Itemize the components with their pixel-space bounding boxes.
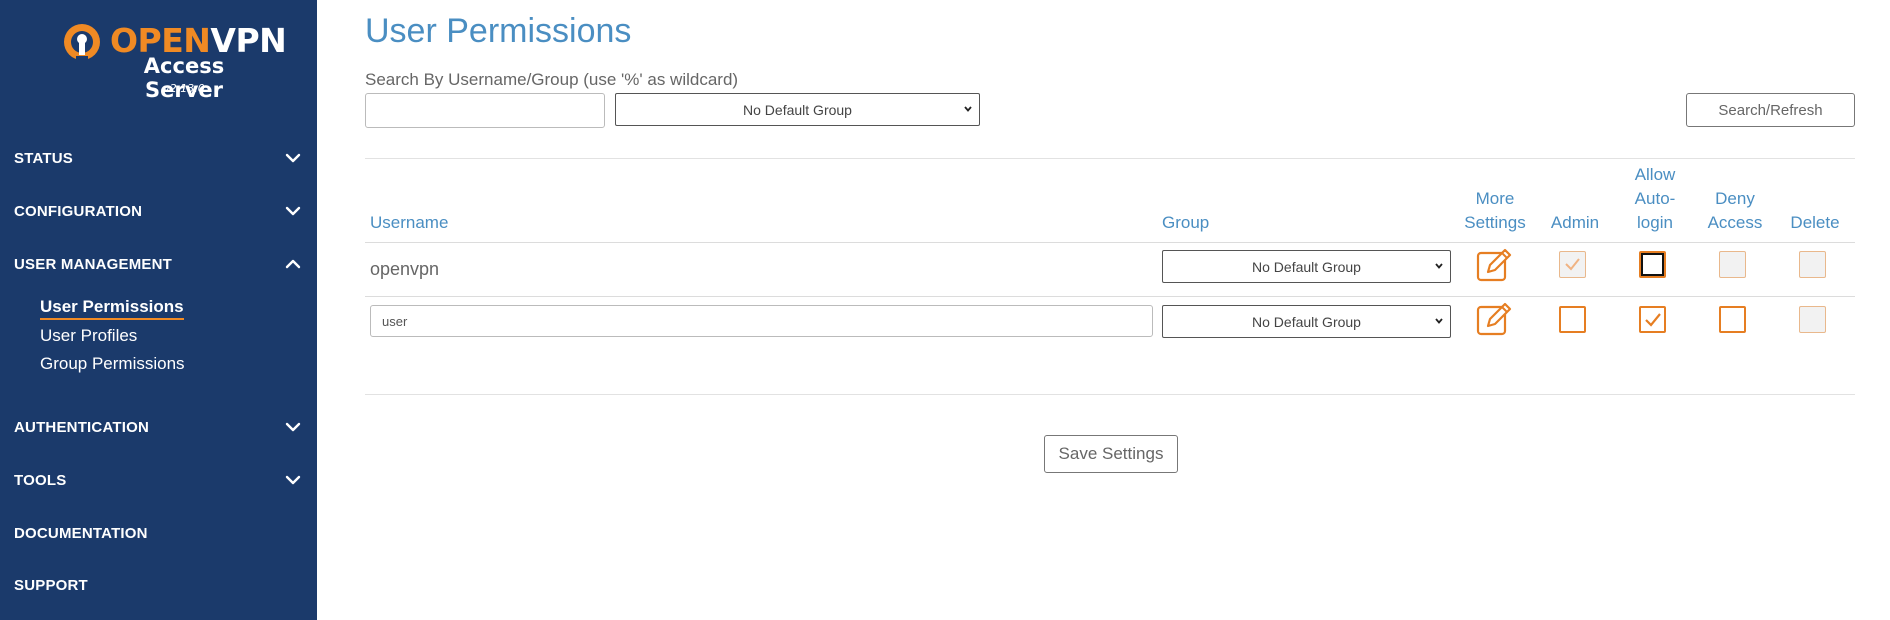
subnav-user-profiles[interactable]: User Profiles [40,326,137,346]
group-select-openvpn-value: No Default Group [1252,258,1361,275]
nav-tools-label: TOOLS [14,471,67,489]
group-select-user-value: No Default Group [1252,313,1361,330]
nav-documentation-label: DOCUMENTATION [14,524,148,542]
nav-status[interactable]: STATUS [0,143,317,173]
header-more-settings: More Settings [1460,187,1530,235]
row-divider [365,296,1855,297]
nav-status-label: STATUS [14,149,73,167]
chevron-down-icon [1435,318,1443,324]
chevron-down-icon [285,475,301,485]
checkmark-icon [1645,313,1661,327]
header-allow-autologin-line3: login [1637,213,1673,232]
chevron-down-icon [285,206,301,216]
autologin-checkbox-user[interactable] [1639,306,1666,333]
autologin-checkbox-openvpn[interactable] [1639,251,1666,278]
nav-tools[interactable]: TOOLS [0,465,317,495]
nav-authentication[interactable]: AUTHENTICATION [0,412,317,442]
nav-user-management-label: USER MANAGEMENT [14,255,173,273]
header-delete: Delete [1790,213,1840,232]
delete-checkbox-user[interactable] [1799,306,1826,333]
header-group: Group [1162,213,1210,232]
search-group-select-value: No Default Group [743,101,852,118]
page-title: User Permissions [365,12,632,50]
chevron-down-icon [964,106,972,112]
group-select-user[interactable]: No Default Group [1162,305,1451,338]
header-username: Username [370,213,449,232]
openvpn-keyhole-icon [64,24,100,62]
delete-checkbox-openvpn[interactable] [1799,251,1826,278]
nav-documentation[interactable]: DOCUMENTATION [0,518,317,548]
chevron-down-icon [1435,263,1443,269]
header-allow-autologin: Allow Auto- login [1625,163,1685,235]
header-more-settings-line1: More [1475,189,1515,208]
header-deny-access-line2: Access [1707,213,1763,232]
subnav-user-permissions[interactable]: User Permissions [40,297,184,320]
edit-icon[interactable] [1476,248,1512,282]
deny-access-checkbox-user[interactable] [1719,306,1746,333]
admin-checkbox-openvpn[interactable] [1559,251,1586,278]
header-deny-access-line1: Deny [1715,189,1755,208]
username-openvpn: openvpn [370,259,440,279]
nav-authentication-label: AUTHENTICATION [14,418,150,436]
nav-configuration[interactable]: CONFIGURATION [0,196,317,226]
header-allow-autologin-line2: Auto- [1634,189,1676,208]
search-group-select[interactable]: No Default Group [615,93,980,126]
nav-configuration-label: CONFIGURATION [14,202,143,220]
chevron-up-icon [285,259,301,269]
edit-icon[interactable] [1476,302,1512,336]
subnav-group-permissions[interactable]: Group Permissions [40,354,185,374]
header-more-settings-line2: Settings [1464,213,1526,232]
header-divider [365,242,1855,243]
search-refresh-button[interactable]: Search/Refresh [1686,93,1855,127]
group-select-openvpn[interactable]: No Default Group [1162,250,1451,283]
header-admin: Admin [1550,213,1600,232]
nav-support-label: SUPPORT [14,576,88,594]
chevron-down-icon [285,422,301,432]
admin-checkbox-user[interactable] [1559,306,1586,333]
save-settings-button[interactable]: Save Settings [1044,435,1178,473]
divider [365,394,1855,395]
version-label: v2.13.0 [163,82,205,95]
header-deny-access: Deny Access [1700,187,1770,235]
divider [365,158,1855,159]
header-allow-autologin-line1: Allow [1634,165,1676,184]
nav-support[interactable]: SUPPORT [0,570,317,600]
search-input[interactable] [365,93,605,128]
chevron-down-icon [285,153,301,163]
nav-user-management[interactable]: USER MANAGEMENT [0,249,317,279]
deny-access-checkbox-openvpn[interactable] [1719,251,1746,278]
sidebar: OPENVPN Access Server v2.13.0 STATUS CON… [0,0,317,620]
search-label: Search By Username/Group (use '%' as wil… [365,70,739,89]
openvpn-logo[interactable]: OPENVPN Access Server v2.13.0 [60,18,287,103]
username-input-user[interactable]: user [370,305,1153,337]
